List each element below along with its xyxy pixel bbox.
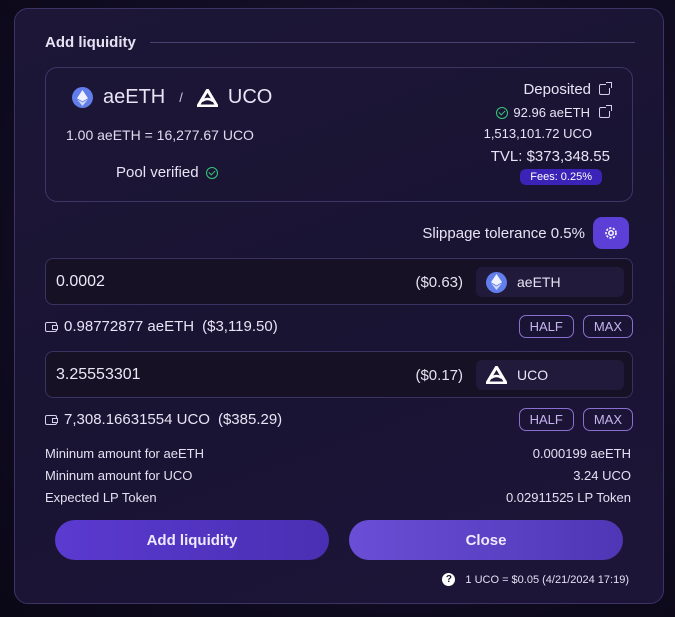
help-icon[interactable]: ?	[442, 573, 456, 586]
ethereum-icon	[72, 87, 93, 108]
deposited-section: Deposited 92.96 aeETH 1,513,101.72 UCO T…	[483, 81, 612, 185]
token-pair: aeETH / UCO	[72, 86, 272, 109]
token1-amount-input[interactable]: 0.0002	[56, 273, 105, 291]
close-button[interactable]: Close	[349, 520, 623, 560]
exchange-rate: 1.00 aeETH = 16,277.67 UCO	[66, 127, 254, 143]
deposited-label: Deposited	[523, 81, 591, 98]
pair-separator: /	[179, 90, 183, 105]
token2-balance: 7,308.16631554 UCO	[64, 411, 210, 428]
slippage-settings-button[interactable]	[593, 217, 629, 249]
detail-label: Mininum amount for UCO	[45, 468, 193, 483]
deposited-token2: 1,513,101.72 UCO	[483, 126, 592, 141]
slippage-row: Slippage tolerance 0.5%	[422, 217, 629, 249]
deposited-header[interactable]: Deposited	[484, 81, 612, 98]
check-circle-icon	[205, 166, 218, 179]
token1-selector[interactable]: aeETH	[476, 267, 624, 297]
token1-amount-field[interactable]: 0.0002 ($0.63) aeETH	[45, 258, 633, 305]
detail-row: Mininum amount for UCO 3.24 UCO	[45, 468, 631, 483]
uco-icon	[486, 365, 507, 386]
token2-selector-label: UCO	[517, 367, 549, 383]
token1-name: aeETH	[103, 86, 166, 108]
token2-name: UCO	[227, 86, 273, 108]
tvl-value: TVL: $373,348.55	[490, 148, 610, 165]
panel-title: Add liquidity	[45, 34, 136, 51]
token2-amount-usd: ($0.17)	[415, 367, 463, 384]
pool-verified-label: Pool verified	[116, 164, 199, 181]
token1-amount-usd: ($0.63)	[415, 274, 463, 291]
external-link-icon[interactable]	[599, 105, 612, 118]
deposited-token1: 92.96 aeETH	[513, 105, 590, 120]
add-liquidity-panel: Add liquidity aeETH / UCO 1.00 aeETH = 1…	[14, 8, 664, 604]
detail-value: 0.000199 aeETH	[532, 446, 631, 461]
ethereum-icon	[486, 271, 507, 293]
token1-max-button[interactable]: MAX	[582, 315, 633, 338]
token2-balance-row: 7,308.16631554 UCO ($385.29) HALF MAX	[45, 408, 633, 431]
deposited-token1-row: 92.96 aeETH	[484, 105, 612, 120]
detail-label: Mininum amount for aeETH	[45, 446, 204, 461]
fees-badge: Fees: 0.25%	[520, 169, 602, 185]
price-footer: ? 1 UCO = $0.05 (4/21/2024 17:19)	[442, 573, 629, 586]
token2-max-button[interactable]: MAX	[582, 408, 633, 431]
detail-value: 0.02911525 LP Token	[505, 490, 631, 505]
wallet-icon	[45, 321, 58, 332]
wallet-icon	[45, 414, 58, 425]
detail-row: Mininum amount for aeETH 0.000199 aeETH	[45, 446, 631, 461]
slippage-label: Slippage tolerance 0.5%	[422, 224, 585, 242]
uco-price: 1 UCO = $0.05 (4/21/2024 17:19)	[465, 573, 629, 586]
detail-row: Expected LP Token 0.02911525 LP Token	[45, 490, 631, 505]
panel-header: Add liquidity	[45, 34, 635, 51]
detail-label: Expected LP Token	[45, 490, 157, 505]
pool-info-card: aeETH / UCO 1.00 aeETH = 16,277.67 UCO P…	[45, 67, 633, 202]
pool-verified: Pool verified	[116, 164, 218, 181]
token2-amount-input[interactable]: 3.25553301	[56, 366, 141, 384]
token1-balance-row: 0.98772877 aeETH ($3,119.50) HALF MAX	[45, 315, 633, 338]
token2-amount-field[interactable]: 3.25553301 ($0.17) UCO	[45, 351, 633, 398]
token1-balance-usd: ($3,119.50)	[202, 318, 278, 335]
token2-half-button[interactable]: HALF	[518, 408, 574, 431]
token1-balance: 0.98772877 aeETH	[64, 318, 195, 335]
token1-half-button[interactable]: HALF	[518, 315, 574, 338]
title-divider	[149, 42, 635, 43]
external-link-icon[interactable]	[599, 82, 612, 95]
uco-icon	[196, 87, 218, 108]
gear-icon	[605, 227, 617, 239]
detail-value: 3.24 UCO	[573, 468, 631, 483]
add-liquidity-button[interactable]: Add liquidity	[55, 520, 329, 560]
check-circle-icon	[496, 106, 509, 119]
token2-balance-usd: ($385.29)	[217, 411, 283, 428]
token1-selector-label: aeETH	[517, 274, 561, 290]
token2-selector[interactable]: UCO	[476, 360, 624, 390]
